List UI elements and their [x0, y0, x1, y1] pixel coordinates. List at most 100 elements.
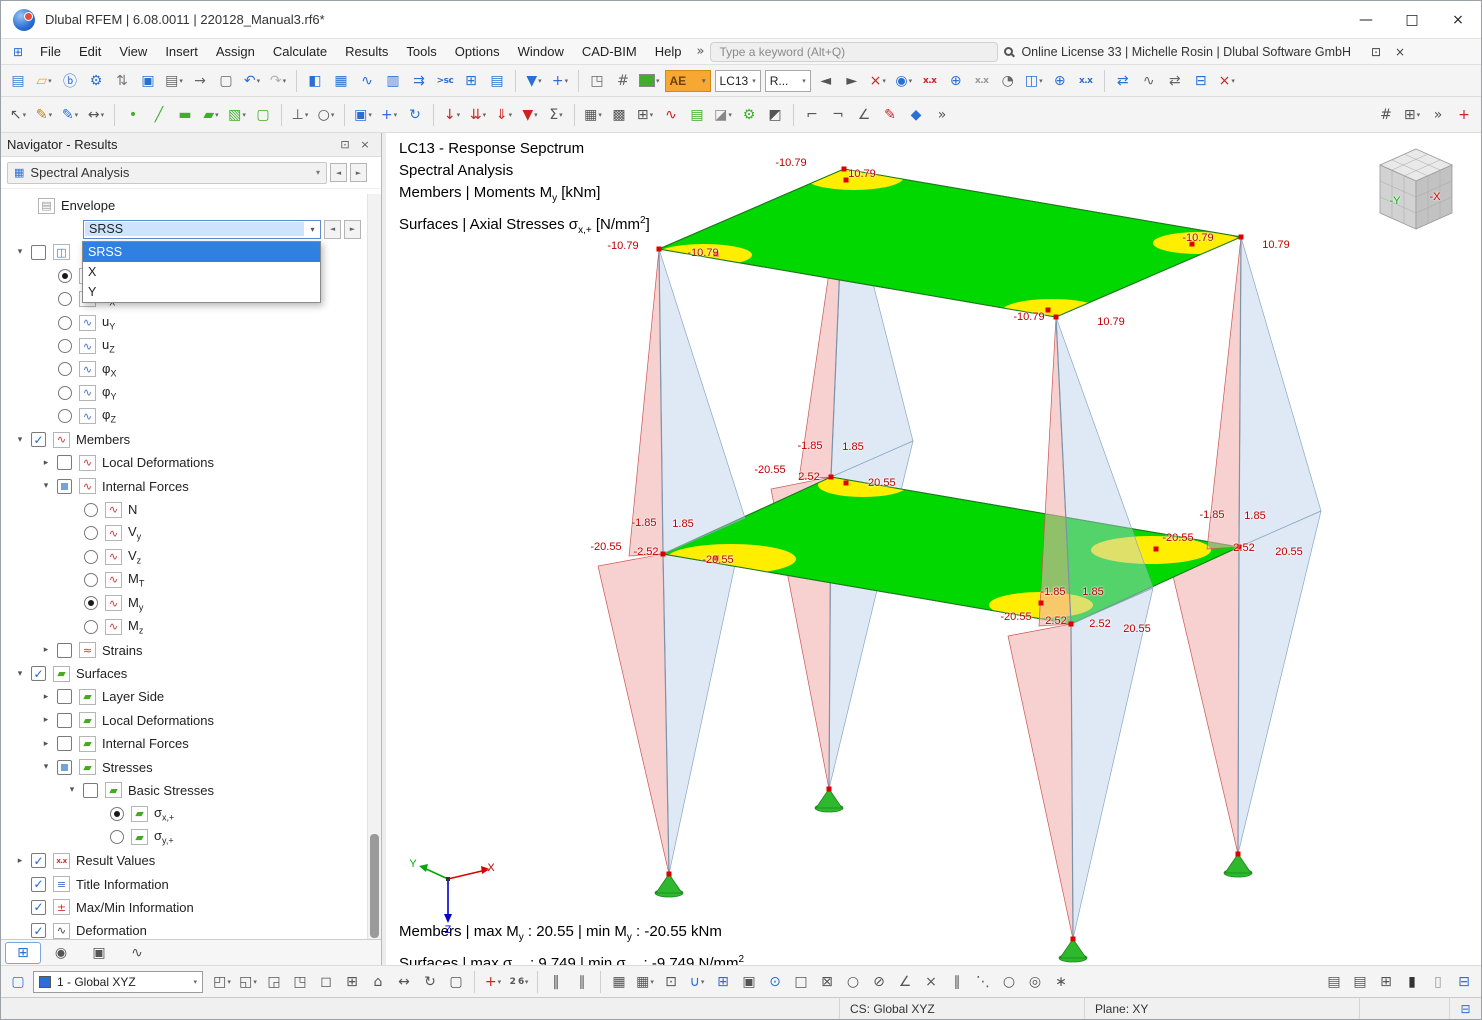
minimize-button[interactable]: — — [1343, 1, 1389, 38]
tree-item-force-mz[interactable]: ∿Mz — [1, 615, 367, 638]
radio-sigma-x-plus[interactable] — [110, 807, 124, 821]
radio-uy[interactable] — [58, 316, 72, 330]
annotate-icon[interactable]: ✎ — [878, 102, 902, 127]
tree-item-uz[interactable]: ∿uZ — [1, 334, 367, 357]
osnap-node-icon[interactable]: ◎ — [1023, 969, 1047, 994]
redo-icon[interactable]: ↷▾ — [266, 68, 290, 93]
next-envelope-button[interactable]: ► — [344, 220, 361, 239]
menu-item-results[interactable]: Results — [336, 40, 397, 64]
result-values-settings-icon[interactable]: x.x — [970, 68, 994, 93]
expand-icon[interactable]: ▸ — [35, 715, 57, 725]
next-analysis-button[interactable]: ► — [350, 163, 367, 182]
zoom-results-icon[interactable]: ⊕ — [944, 68, 968, 93]
table-view-icon[interactable]: ⊞ — [459, 68, 483, 93]
new-support-icon[interactable]: ⊥▾ — [288, 102, 312, 127]
table-goto-icon[interactable]: ⊟ — [1189, 68, 1213, 93]
select-pointer-icon[interactable]: ↖▾ — [6, 102, 30, 127]
menu-item-options[interactable]: Options — [446, 40, 509, 64]
radio-phiz[interactable] — [58, 409, 72, 423]
panel-colors-icon[interactable]: ▤ — [685, 102, 709, 127]
edit-pencil-blue-icon[interactable]: ✎▾ — [58, 102, 82, 127]
expand-icon[interactable]: ▸ — [35, 692, 57, 702]
zoom-window-icon[interactable]: ⊞ — [340, 969, 364, 994]
slab-middle[interactable] — [663, 473, 1239, 624]
mesh-icon[interactable]: ▦▾ — [581, 102, 605, 127]
section-view-icon[interactable]: ◩ — [763, 102, 787, 127]
copy-image-icon[interactable]: ▢ — [214, 68, 238, 93]
view-front-icon[interactable]: ◳ — [288, 969, 312, 994]
new-node-icon[interactable]: • — [121, 102, 145, 127]
fullscreen-icon[interactable]: ▢ — [444, 969, 468, 994]
report-dark-icon[interactable]: ▮ — [1400, 969, 1424, 994]
new-hinge-icon[interactable]: ○▾ — [314, 102, 338, 127]
tree-item-surfaces-local-deformations[interactable]: ▸▰Local Deformations — [1, 709, 367, 732]
nodal-load-icon[interactable]: ↓▾ — [440, 102, 464, 127]
osnap-angle-icon[interactable]: ∠ — [893, 969, 917, 994]
mdi-restore-icon[interactable]: ⊡ — [1365, 41, 1387, 63]
radio-force-mz[interactable] — [84, 620, 98, 634]
dropdown-option-y[interactable]: Y — [83, 282, 320, 302]
radio-sigma-y-plus[interactable] — [110, 830, 124, 844]
display-mode-solid-icon[interactable]: ∥ — [570, 969, 594, 994]
view-top-icon[interactable]: ◲ — [262, 969, 286, 994]
diagrams-panel-icon[interactable]: ∿ — [355, 68, 379, 93]
checkbox-members[interactable]: ✓ — [31, 432, 46, 447]
osnap-cross-icon[interactable]: × — [919, 969, 943, 994]
tables-panel-icon[interactable]: ▦ — [329, 68, 353, 93]
menu-grid-icon[interactable]: ⊞ — [9, 43, 27, 61]
tree-item-force-vz[interactable]: ∿Vz — [1, 545, 367, 568]
rotate-object-icon[interactable]: ↻ — [403, 102, 427, 127]
tree-item-members-local-deformations[interactable]: ▸∿Local Deformations — [1, 451, 367, 474]
loadcase-combo[interactable]: LC13▾ — [715, 70, 761, 92]
tree-item-strains[interactable]: ▸≈Strains — [1, 638, 367, 661]
tree-item-result-values[interactable]: ▸✓x.xResult Values — [1, 849, 367, 872]
tree-item-phiz[interactable]: ∿φZ — [1, 405, 367, 428]
mesh-show-settings-icon[interactable]: ▦▾ — [633, 969, 657, 994]
delete-all-results-icon[interactable]: ×▾ — [1215, 68, 1239, 93]
radio-force-mt[interactable] — [84, 573, 98, 587]
calculate-all-icon[interactable]: ⊞▾ — [633, 102, 657, 127]
tree-item-surfaces-internal-forces[interactable]: ▸▰Internal Forces — [1, 732, 367, 755]
tree-item-srss-combo[interactable]: SRSS▾◄► — [1, 217, 367, 240]
layout-panel-icon[interactable]: ▥ — [381, 68, 405, 93]
panel-tab-views-icon[interactable]: ◉ — [43, 942, 79, 964]
radio-force-vy[interactable] — [84, 526, 98, 540]
export-spreadsheet-icon[interactable]: >sc — [433, 68, 457, 93]
pan-view-icon[interactable]: ↔ — [392, 969, 416, 994]
menu-item-calculate[interactable]: Calculate — [264, 40, 336, 64]
new-solid-icon[interactable]: ▧▾ — [225, 102, 249, 127]
clip-plane-icon[interactable]: ¬ — [826, 102, 850, 127]
free-load-icon[interactable]: ▼▾ — [518, 102, 542, 127]
insert-object-icon[interactable]: +▾ — [548, 68, 572, 93]
prev-envelope-button[interactable]: ◄ — [324, 220, 341, 239]
report-light-icon[interactable]: ▯ — [1426, 969, 1450, 994]
toolbar-overflow-2-icon[interactable]: » — [1426, 102, 1450, 127]
tree-item-title-information[interactable]: ✓≡Title Information — [1, 872, 367, 895]
search-zoom-icon[interactable]: ⊕ — [1048, 68, 1072, 93]
export-icon[interactable]: → — [188, 68, 212, 93]
chart-xy-icon[interactable]: ∿ — [1137, 68, 1161, 93]
result-values-surfaces-icon[interactable]: x.x — [918, 68, 942, 93]
tables-view-2-icon[interactable]: ▤ — [1348, 969, 1372, 994]
radio-force-n[interactable] — [84, 503, 98, 517]
checkbox-surfaces[interactable]: ✓ — [31, 666, 46, 681]
numbering-display-icon[interactable]: 2 6▾ — [507, 969, 531, 994]
tree-item-surfaces[interactable]: ▾✓▰Surfaces — [1, 662, 367, 685]
osnap-star-icon[interactable]: ∗ — [1049, 969, 1073, 994]
sync-views-icon[interactable]: ⇄ — [1111, 68, 1135, 93]
table-settings-icon[interactable]: ⊞▾ — [1400, 102, 1424, 127]
panel-tab-display-icon[interactable]: ⊞ — [5, 942, 41, 964]
navigator-scrollbar[interactable] — [367, 194, 381, 939]
dimension-icon[interactable]: ↔▾ — [84, 102, 108, 127]
prev-loadcase-icon[interactable]: ◄ — [814, 68, 838, 93]
measure-icon[interactable]: ∠ — [852, 102, 876, 127]
model-3d-view[interactable] — [386, 133, 1481, 965]
panel-tab-camera-icon[interactable]: ▣ — [81, 942, 117, 964]
checkbox-maxmin-information[interactable]: ✓ — [31, 900, 46, 915]
tree-item-sigma-y-plus[interactable]: ▰σy,+ — [1, 826, 367, 849]
osnap-perpendicular-icon[interactable]: ⊘ — [867, 969, 891, 994]
collapse-icon[interactable]: ▾ — [9, 435, 31, 445]
checkbox-deformations-group[interactable] — [31, 245, 46, 260]
undo-icon[interactable]: ↶▾ — [240, 68, 264, 93]
collapse-icon[interactable]: ▾ — [9, 669, 31, 679]
